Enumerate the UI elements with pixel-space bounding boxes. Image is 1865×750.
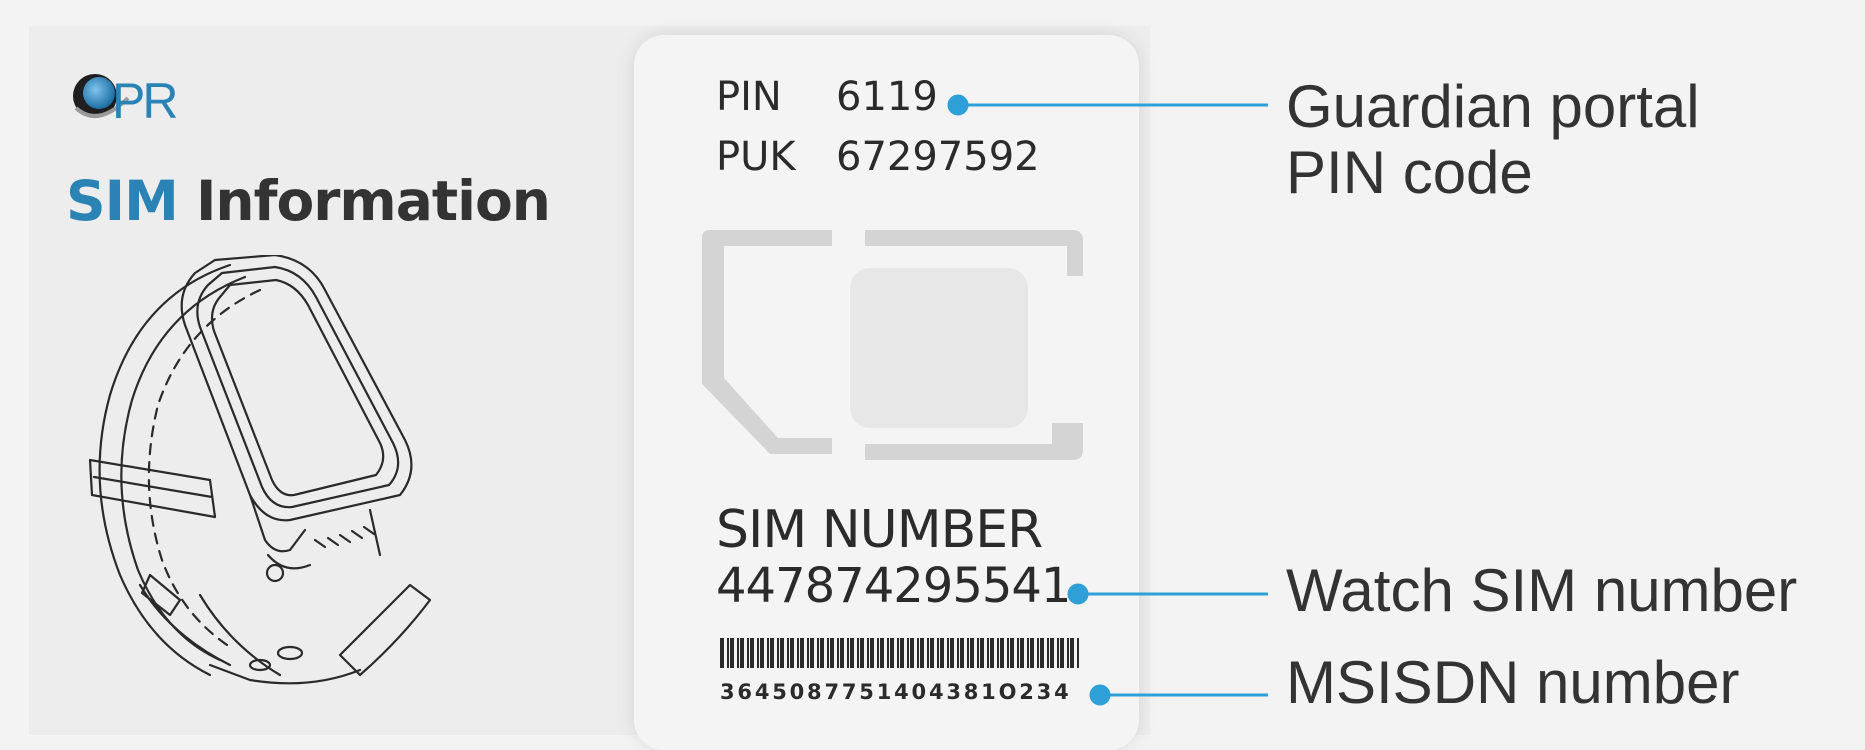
barcode-bar [950, 638, 954, 668]
pin-value: 6119 [836, 74, 938, 120]
barcode-bar [777, 638, 779, 668]
barcode-bar [727, 638, 729, 668]
barcode-bar [850, 638, 854, 668]
barcode-bar [740, 638, 744, 668]
barcode-bar [767, 638, 769, 668]
barcode-bar [1060, 638, 1064, 668]
barcode-bar [1017, 638, 1019, 668]
barcode-bar [897, 638, 899, 668]
barcode-digits: 3645087751404381O234 [720, 680, 1072, 704]
barcode-bar [980, 638, 984, 668]
barcode-bar [797, 638, 799, 668]
brand-logo: PR [68, 68, 188, 124]
barcode-bar [810, 638, 814, 668]
barcode-bar [847, 638, 849, 668]
barcode-bar [1070, 638, 1074, 668]
logo-text: PR [112, 73, 176, 124]
barcode-bar [967, 638, 969, 668]
barcode-bar [1057, 638, 1059, 668]
barcode-bar [940, 638, 944, 668]
barcode-bar [1067, 638, 1069, 668]
barcode-bar [880, 638, 884, 668]
barcode-bar [920, 638, 924, 668]
barcode-bar [890, 638, 894, 668]
barcode-bar [1077, 638, 1079, 668]
barcode-bar [977, 638, 979, 668]
barcode-bar [917, 638, 919, 668]
sim-number-value: 447874295541 [716, 558, 1071, 614]
barcode-bar [1050, 638, 1054, 668]
barcode-bar [1007, 638, 1009, 668]
sim-number-callout-label: Watch SIM number [1286, 557, 1798, 624]
barcode-bar [1047, 638, 1049, 668]
barcode-bar [1040, 638, 1044, 668]
puk-value: 67297592 [836, 134, 1040, 180]
barcode-bar [910, 638, 914, 668]
barcode-bar [960, 638, 964, 668]
barcode-bar [957, 638, 959, 668]
msisdn-callout-label: MSISDN number [1286, 649, 1740, 716]
barcode-bar [887, 638, 889, 668]
barcode-bar [1000, 638, 1004, 668]
barcode-bar [730, 638, 734, 668]
sim-number-label: SIM NUMBER [716, 500, 1043, 560]
barcode-bar [867, 638, 869, 668]
barcode-bar [997, 638, 999, 668]
pin-callout-label: Guardian portal PIN code [1286, 73, 1700, 206]
barcode-bar [837, 638, 839, 668]
barcode-bar [1010, 638, 1014, 668]
pin-label: PIN [716, 74, 782, 120]
barcode-bar [780, 638, 784, 668]
barcode-bar [750, 638, 754, 668]
barcode-bar [857, 638, 859, 668]
barcode-bar [820, 638, 824, 668]
barcode-bar [1037, 638, 1039, 668]
barcode-bar [800, 638, 804, 668]
smartwatch-illustration [80, 253, 500, 695]
barcode-bar [1030, 638, 1034, 668]
barcode-bar [937, 638, 939, 668]
barcode-bar [987, 638, 989, 668]
barcode-bar [787, 638, 789, 668]
barcode-bar [817, 638, 819, 668]
barcode-bar [877, 638, 879, 668]
barcode-bar [757, 638, 759, 668]
barcode [720, 638, 1080, 668]
barcode-bar [747, 638, 749, 668]
barcode-bar [900, 638, 904, 668]
puk-label: PUK [716, 134, 796, 180]
page-title: SIM Information [66, 166, 551, 236]
sim-chip-cutout [700, 228, 1085, 462]
barcode-bar [760, 638, 764, 668]
barcode-bar [1027, 638, 1029, 668]
barcode-bar [860, 638, 864, 668]
barcode-bar [930, 638, 934, 668]
barcode-bar [870, 638, 874, 668]
barcode-bar [947, 638, 949, 668]
barcode-bar [1020, 638, 1024, 668]
title-rest: Information [195, 169, 551, 233]
barcode-bar [807, 638, 809, 668]
barcode-bar [827, 638, 829, 668]
title-accent: SIM [66, 169, 179, 233]
barcode-bar [830, 638, 834, 668]
barcode-bar [737, 638, 739, 668]
barcode-bar [840, 638, 844, 668]
barcode-bar [927, 638, 929, 668]
barcode-bar [970, 638, 974, 668]
barcode-bar [990, 638, 994, 668]
barcode-bar [720, 638, 724, 668]
barcode-bar [790, 638, 794, 668]
barcode-bar [770, 638, 774, 668]
barcode-bar [907, 638, 909, 668]
